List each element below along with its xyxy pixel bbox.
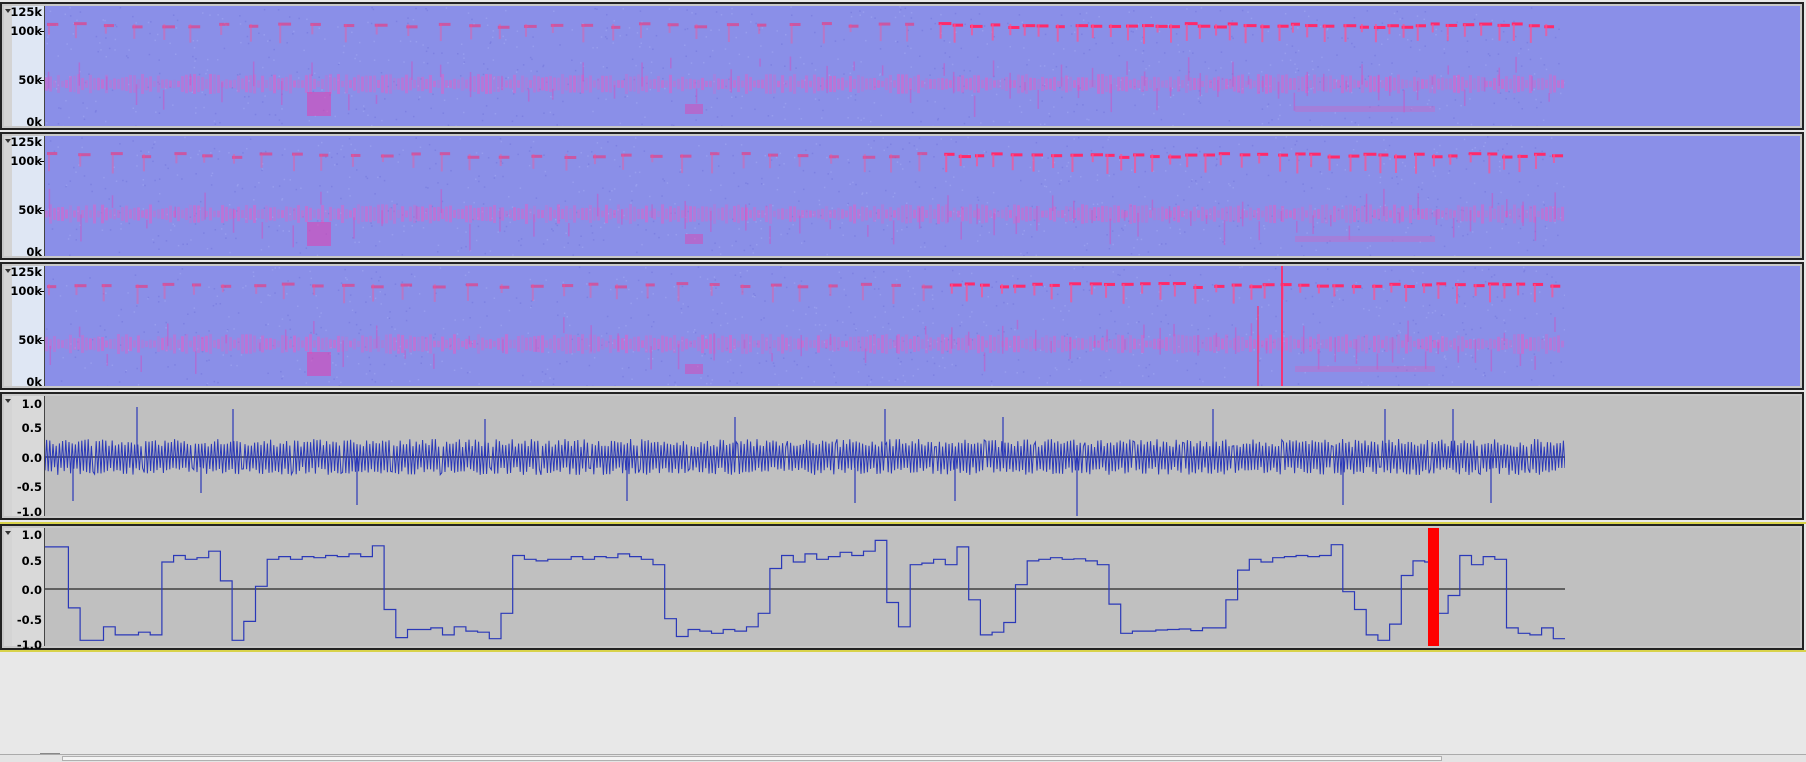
spectrogram-track-2[interactable]: 125k 100k 50k 0k — [0, 132, 1806, 260]
tick-label: -1.0 — [17, 506, 42, 518]
tick-label: 0.0 — [22, 452, 42, 464]
spectrogram-image — [45, 6, 1565, 126]
spectrogram-image — [45, 266, 1565, 386]
step-waveform-view[interactable] — [45, 528, 1800, 646]
tick-label: 125k — [10, 6, 42, 18]
amplitude-ruler: 1.0 0.5 0.0 -0.5 -1.0 — [12, 528, 45, 646]
tick-label: 0k — [26, 116, 42, 128]
amplitude-ruler: 1.0 0.5 0.0 -0.5 -1.0 — [12, 396, 45, 516]
tick-label: 0.5 — [22, 555, 42, 567]
frequency-ruler: 125k 100k 50k 0k — [12, 136, 45, 256]
tick-label: 0k — [26, 246, 42, 258]
scrollbar-thumb[interactable] — [62, 756, 1442, 761]
tick-label: -0.5 — [17, 481, 42, 493]
tick-label: 100k — [10, 25, 42, 37]
tick-label: 100k — [10, 285, 42, 297]
spectrogram-image — [45, 136, 1565, 256]
frequency-ruler: 125k 100k 50k 0k — [12, 6, 45, 126]
waveform-image — [45, 396, 1565, 516]
spectrogram-view[interactable] — [45, 266, 1800, 386]
tick-label: 125k — [10, 266, 42, 278]
frequency-ruler: 125k 100k 50k 0k — [12, 266, 45, 386]
tick-label: 0.0 — [22, 584, 42, 596]
dropdown-arrow-icon — [5, 531, 11, 535]
tick-label: 50k — [18, 334, 42, 346]
dropdown-arrow-icon — [5, 399, 11, 403]
tick-label: 0.5 — [22, 422, 42, 434]
step-waveform-image — [45, 528, 1565, 646]
tick-label: 0k — [26, 376, 42, 388]
tick-label: 50k — [18, 74, 42, 86]
tick-label: 125k — [10, 136, 42, 148]
spectrogram-view[interactable] — [45, 6, 1800, 126]
tick-label: 1.0 — [22, 529, 42, 541]
tick-label: -0.5 — [17, 614, 42, 626]
spectrogram-track-3[interactable]: 125k 100k 50k 0k — [0, 262, 1806, 390]
step-waveform-track[interactable]: 1.0 0.5 0.0 -0.5 -1.0 — [0, 522, 1806, 652]
tick-label: 100k — [10, 155, 42, 167]
waveform-track[interactable]: 1.0 0.5 0.0 -0.5 -1.0 — [0, 392, 1806, 520]
spectrogram-track-1[interactable]: 125k 100k 50k 0k — [0, 2, 1806, 130]
tick-label: 1.0 — [22, 398, 42, 410]
tick-label: 50k — [18, 204, 42, 216]
waveform-view[interactable] — [45, 396, 1800, 516]
spectrogram-view[interactable] — [45, 136, 1800, 256]
